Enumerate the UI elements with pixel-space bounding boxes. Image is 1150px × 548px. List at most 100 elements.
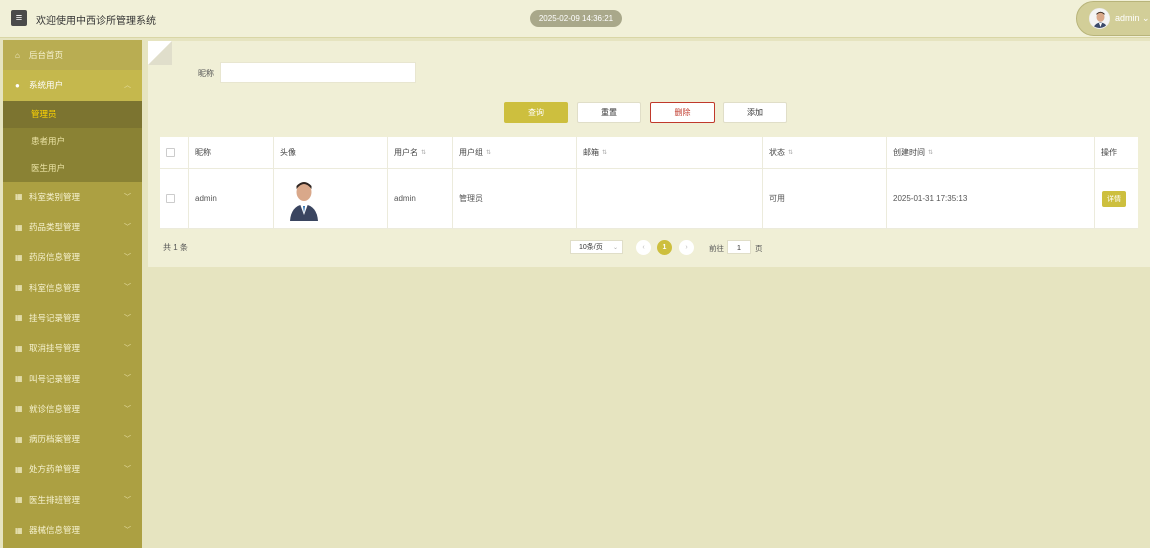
- sidebar-item-label: 挂号记录管理: [29, 312, 81, 323]
- chevron-down-icon: ﹀: [124, 375, 131, 383]
- grid-icon: ▦: [15, 313, 23, 323]
- sidebar-item-dept-info[interactable]: ▦ 科室信息管理 ﹀: [3, 272, 142, 302]
- table-row: admin admin 管理员 可用 2025-01-31 17:35:13 详…: [160, 169, 1138, 229]
- page-size-select[interactable]: 10条/页 ⌄: [570, 240, 623, 254]
- grid-icon: ▦: [15, 434, 23, 444]
- sidebar-item-home[interactable]: ⌂ 后台首页: [3, 40, 142, 71]
- sort-icon[interactable]: ⇅: [788, 149, 793, 156]
- col-username[interactable]: 用户名 ⇅: [388, 137, 453, 168]
- user-menu[interactable]: admin ⌄: [1076, 1, 1150, 36]
- page-number-current[interactable]: 1: [657, 240, 672, 255]
- col-email[interactable]: 邮箱 ⇅: [577, 137, 763, 168]
- sidebar-item-label: 患者用户: [31, 136, 66, 147]
- chevron-down-icon: ﹀: [124, 435, 131, 443]
- sidebar-item-label: 处方药单管理: [29, 464, 81, 475]
- sidebar-item-label: 叫号记录管理: [29, 373, 81, 384]
- grid-icon: ▦: [15, 192, 23, 202]
- sidebar-item-equipment[interactable]: ▦ 器械信息管理 ﹀: [3, 515, 142, 545]
- col-nickname: 昵称: [189, 137, 274, 168]
- grid-icon: ▦: [15, 222, 23, 232]
- home-icon: ⌂: [15, 50, 20, 60]
- select-all-cell: [160, 137, 189, 168]
- chevron-down-icon: ﹀: [124, 223, 131, 231]
- chevron-up-icon: ︿: [124, 82, 131, 90]
- grid-icon: ▦: [15, 252, 23, 262]
- sidebar-item-label: 医生用户: [31, 163, 66, 174]
- grid-icon: ▦: [15, 374, 23, 384]
- sidebar-subitem-patient-users[interactable]: 患者用户: [3, 127, 142, 155]
- cell-actions: 详情: [1095, 169, 1138, 228]
- select-all-checkbox[interactable]: [166, 148, 175, 157]
- chevron-down-icon: ﹀: [124, 466, 131, 474]
- page-corner-icon: [148, 41, 172, 65]
- sidebar-item-label: 科室类别管理: [29, 191, 81, 202]
- users-table: 昵称 头像 用户名 ⇅ 用户组 ⇅ 邮箱 ⇅ 状态 ⇅ 创建时间 ⇅ 操作 admin: [160, 137, 1138, 229]
- cell-avatar: [274, 169, 388, 228]
- next-page-button[interactable]: ›: [679, 240, 694, 255]
- cell-email: [577, 169, 763, 228]
- sidebar-item-label: 管理员: [31, 109, 57, 120]
- sidebar-item-label: 病历档案管理: [29, 434, 81, 445]
- col-actions: 操作: [1101, 148, 1117, 157]
- sidebar-item-label: 药房信息管理: [29, 252, 81, 263]
- reset-button[interactable]: 重置: [577, 102, 641, 123]
- app-title: 欢迎使用中西诊所管理系统: [36, 16, 156, 27]
- sidebar-item-prescriptions[interactable]: ▦ 处方药单管理 ﹀: [3, 454, 142, 484]
- sidebar-subitem-admin[interactable]: 管理员: [3, 100, 142, 128]
- cell-created: 2025-01-31 17:35:13: [887, 169, 1095, 228]
- cell-username: admin: [388, 169, 453, 228]
- chevron-down-icon: ﹀: [124, 314, 131, 322]
- grid-icon: ▦: [15, 283, 23, 293]
- sidebar-item-doctor-schedule[interactable]: ▦ 医生排班管理 ﹀: [3, 485, 142, 515]
- row-select-cell: [160, 169, 189, 228]
- datetime-badge: 2025-02-09 14:36:21: [530, 10, 622, 27]
- user-name: admin ⌄: [1115, 13, 1150, 23]
- cell-status: 可用: [763, 169, 887, 228]
- sidebar: ⌂ 后台首页 ● 系统用户 ︿ 管理员 患者用户 医生用户 ▦ 科室类别管理 ﹀…: [3, 40, 142, 548]
- grid-icon: ▦: [15, 495, 23, 505]
- sidebar-item-registration[interactable]: ▦ 挂号记录管理 ﹀: [3, 303, 142, 333]
- sidebar-item-dept-category[interactable]: ▦ 科室类别管理 ﹀: [3, 182, 142, 212]
- col-group[interactable]: 用户组 ⇅: [453, 137, 577, 168]
- goto-label: 前往: [709, 244, 724, 253]
- sidebar-item-system-users[interactable]: ● 系统用户 ︿: [3, 70, 142, 101]
- detail-button[interactable]: 详情: [1102, 190, 1126, 207]
- sidebar-item-drug-type[interactable]: ▦ 药品类型管理 ﹀: [3, 212, 142, 242]
- sidebar-item-label: 系统用户: [29, 80, 64, 91]
- sort-icon[interactable]: ⇅: [928, 149, 933, 156]
- col-avatar: 头像: [274, 137, 388, 168]
- chevron-down-icon: ⌄: [612, 244, 618, 251]
- chevron-down-icon: ﹀: [124, 526, 131, 534]
- goto-suffix: 页: [755, 244, 763, 253]
- sidebar-subitem-doctor-users[interactable]: 医生用户: [3, 154, 142, 182]
- search-label: 昵称: [198, 69, 214, 78]
- goto-page-input[interactable]: 1: [727, 240, 751, 254]
- chevron-down-icon: ﹀: [124, 254, 131, 262]
- col-created[interactable]: 创建时间 ⇅: [887, 137, 1095, 168]
- sidebar-item-label: 科室信息管理: [29, 282, 81, 293]
- query-button[interactable]: 查询: [504, 102, 568, 123]
- sort-icon[interactable]: ⇅: [486, 149, 491, 156]
- prev-page-button[interactable]: ‹: [636, 240, 651, 255]
- grid-icon: ▦: [15, 343, 23, 353]
- sidebar-item-call-records[interactable]: ▦ 叫号记录管理 ﹀: [3, 363, 142, 393]
- sidebar-item-label: 器械信息管理: [29, 525, 81, 535]
- col-status[interactable]: 状态 ⇅: [763, 137, 887, 168]
- sidebar-item-cancel-registration[interactable]: ▦ 取消挂号管理 ﹀: [3, 333, 142, 363]
- sidebar-item-visits[interactable]: ▦ 就诊信息管理 ﹀: [3, 394, 142, 424]
- delete-button[interactable]: 删除: [650, 102, 715, 123]
- sort-icon[interactable]: ⇅: [421, 149, 426, 156]
- sidebar-item-pharmacy[interactable]: ▦ 药房信息管理 ﹀: [3, 242, 142, 272]
- menu-toggle-icon[interactable]: ≡: [11, 10, 27, 26]
- sort-icon[interactable]: ⇅: [602, 149, 607, 156]
- chevron-down-icon: ﹀: [124, 345, 131, 353]
- nickname-search-input[interactable]: [220, 62, 416, 83]
- cell-group: 管理员: [453, 169, 577, 228]
- chevron-down-icon: ﹀: [124, 193, 131, 201]
- chevron-down-icon: ﹀: [124, 496, 131, 504]
- sidebar-item-medical-records[interactable]: ▦ 病历档案管理 ﹀: [3, 424, 142, 454]
- row-checkbox[interactable]: [166, 194, 175, 203]
- grid-icon: ▦: [15, 404, 23, 414]
- grid-icon: ▦: [15, 464, 23, 474]
- add-button[interactable]: 添加: [723, 102, 787, 123]
